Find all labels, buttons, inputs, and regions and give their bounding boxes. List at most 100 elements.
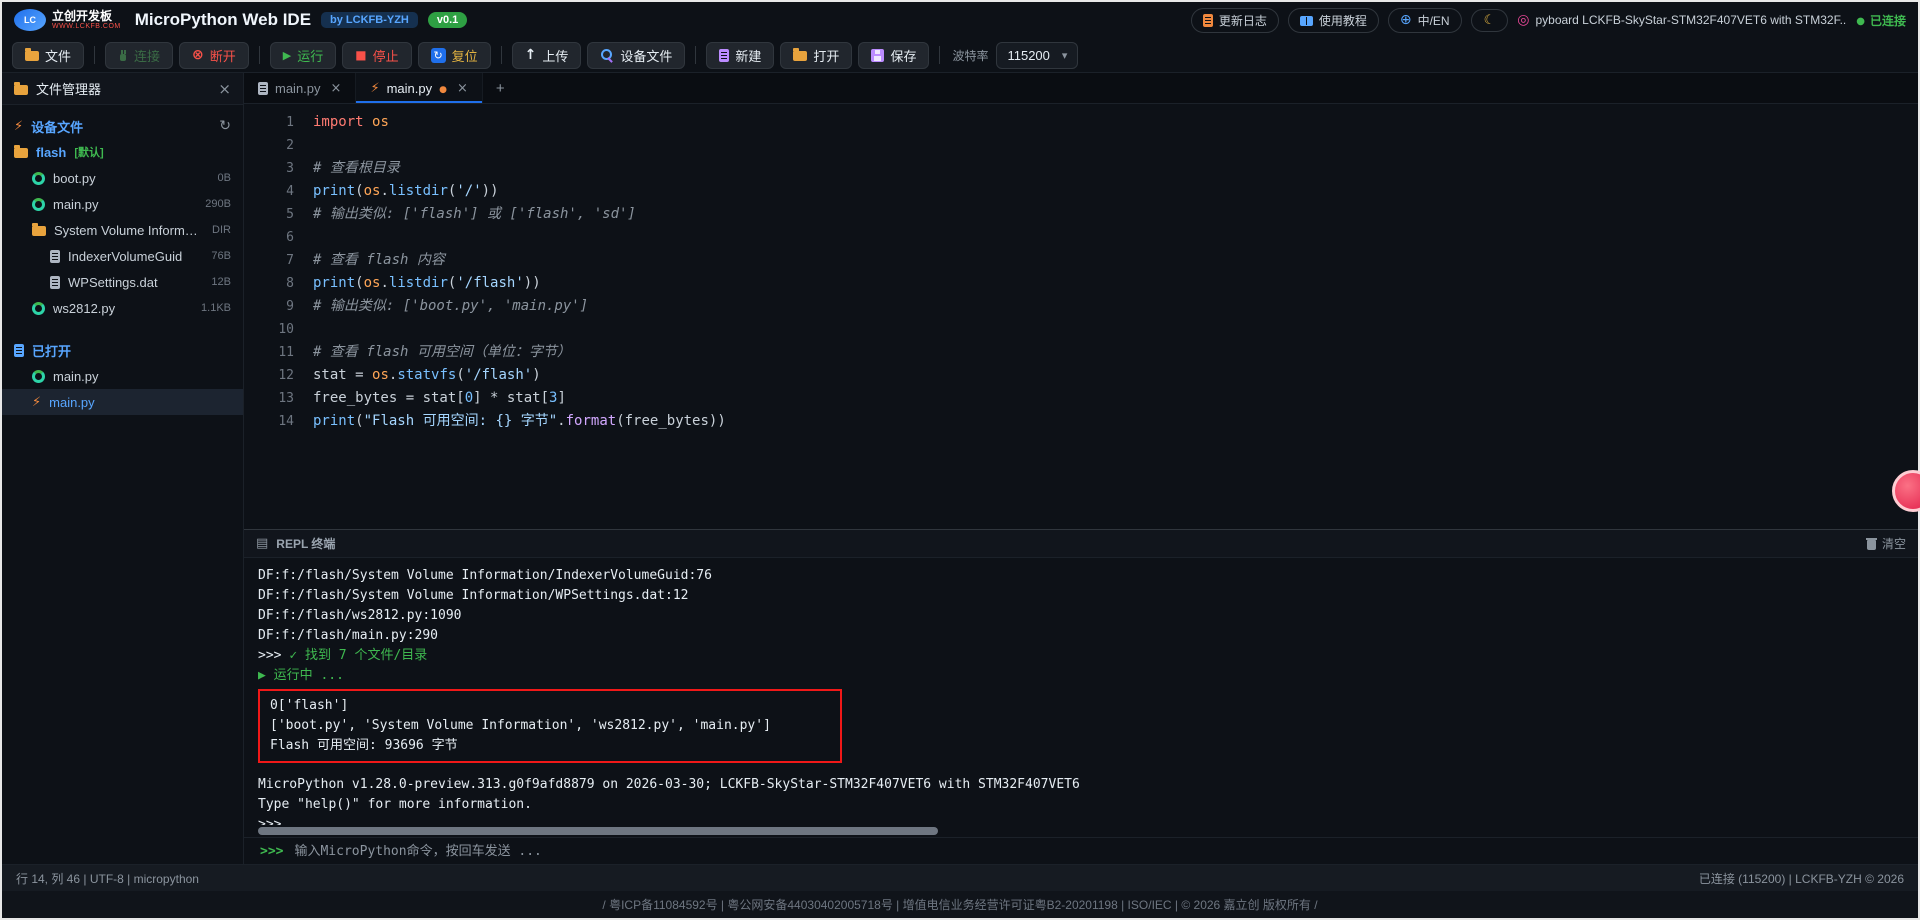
row-label: main.py	[49, 395, 95, 410]
device-files-button[interactable]: 设备文件	[587, 42, 685, 69]
file-row-main.py[interactable]: main.py	[2, 363, 243, 389]
py-icon	[32, 370, 45, 383]
reset-button[interactable]: 复位	[418, 42, 491, 69]
refresh-button[interactable]	[219, 118, 231, 134]
code-line-12[interactable]: 12stat = os.statvfs('/flash')	[244, 364, 1918, 387]
tab-main.py-1[interactable]: main.py	[244, 73, 356, 103]
stop-label: 停止	[373, 46, 399, 65]
file-row-WPSettings.dat[interactable]: WPSettings.dat12B	[2, 269, 243, 295]
baud-rate-select[interactable]: 115200	[996, 42, 1078, 69]
token: .	[557, 413, 565, 429]
tutorial-button[interactable]: 使用教程	[1288, 8, 1379, 33]
run-button[interactable]: 运行	[270, 42, 336, 69]
terminal-icon	[256, 536, 268, 551]
code-line-5[interactable]: 5# 输出类似: ['flash'] 或 ['flash', 'sd']	[244, 203, 1918, 226]
code-line-11[interactable]: 11# 查看 flash 可用空间（单位：字节）	[244, 341, 1918, 364]
author-badge: by LCKFB-YZH	[321, 12, 418, 28]
line-number: 1	[244, 111, 313, 134]
repl-command-input[interactable]	[292, 843, 1902, 860]
folder-icon	[14, 85, 28, 95]
tab-main.py-2[interactable]: main.py	[356, 73, 482, 103]
brand-site: WWW.LCKFB.COM	[52, 23, 121, 31]
token: .	[380, 275, 388, 291]
row-label: boot.py	[53, 171, 96, 186]
line-number: 4	[244, 180, 313, 203]
code-line-9[interactable]: 9# 输出类似: ['boot.py', 'main.py']	[244, 295, 1918, 318]
doc-icon	[50, 250, 60, 263]
token: # 查看根目录	[313, 160, 400, 176]
sidebar-section-设备文件[interactable]: 设备文件	[2, 113, 243, 139]
stop-button[interactable]: 停止	[342, 42, 411, 69]
book-icon	[1300, 16, 1313, 26]
upload-button[interactable]: 上传	[512, 42, 582, 69]
code-line-6[interactable]: 6	[244, 226, 1918, 249]
chevron-down-icon	[1062, 48, 1068, 63]
upload-label: 上传	[542, 46, 568, 65]
file-label: 文件	[45, 46, 71, 65]
tab-close-icon[interactable]	[457, 81, 468, 96]
new-file-button[interactable]: 新建	[706, 42, 774, 69]
sidebar-section-flash[interactable]: flash[默认]	[2, 139, 243, 165]
close-sidebar-icon[interactable]	[218, 80, 231, 98]
row-label: System Volume Information	[54, 223, 204, 238]
file-row-main.py[interactable]: main.py	[2, 389, 243, 415]
repl-output[interactable]: DF:f:/flash/System Volume Information/In…	[244, 558, 1918, 825]
repl-clear-button[interactable]: 清空	[1867, 535, 1906, 552]
code-line-2[interactable]: 2	[244, 134, 1918, 157]
file-row-boot.py[interactable]: boot.py0B	[2, 165, 243, 191]
upload-icon	[525, 47, 537, 63]
new-tab-button[interactable]: +	[483, 73, 518, 103]
toolbar: 文件 连接 断开 运行 停止 复位 上传 设备文	[2, 38, 1918, 73]
code-line-13[interactable]: 13free_bytes = stat[0] * stat[3]	[244, 387, 1918, 410]
code-line-10[interactable]: 10	[244, 318, 1918, 341]
line-number: 11	[244, 341, 313, 364]
token: 0	[465, 390, 473, 406]
brand-logo[interactable]: LC 立创开发板 WWW.LCKFB.COM	[14, 9, 121, 31]
file-row-ws2812.py[interactable]: ws2812.py1.1KB	[2, 295, 243, 321]
file-row-IndexerVolumeGuid[interactable]: IndexerVolumeGuid76B	[2, 243, 243, 269]
code-line-8[interactable]: 8print(os.listdir('/flash'))	[244, 272, 1918, 295]
highlighted-output-box: 0['flash']['boot.py', 'System Volume Inf…	[258, 689, 842, 763]
new-label: 新建	[735, 46, 761, 65]
theme-toggle-button[interactable]	[1471, 9, 1509, 32]
repl-box-line: ['boot.py', 'System Volume Information',…	[270, 716, 830, 736]
open-file-button[interactable]: 打开	[780, 42, 852, 69]
token: print	[313, 413, 355, 429]
save-button[interactable]: 保存	[858, 42, 929, 69]
lightning-icon	[370, 81, 379, 96]
code-text: # 查看根目录	[313, 157, 400, 180]
open-label: 打开	[813, 46, 839, 65]
repl-line: DF:f:/flash/System Volume Information/WP…	[258, 586, 1904, 606]
token: # 输出类似: ['flash'] 或 ['flash', 'sd']	[313, 206, 636, 222]
modified-dot-icon	[439, 81, 447, 96]
code-line-3[interactable]: 3# 查看根目录	[244, 157, 1918, 180]
token: import	[313, 114, 364, 130]
lckfb-logo-icon: LC	[14, 9, 46, 31]
repl-prompt: >>>	[260, 844, 283, 859]
file-button[interactable]: 文件	[12, 42, 84, 69]
code-line-1[interactable]: 1import os	[244, 111, 1918, 134]
baud-rate-value: 115200	[1007, 48, 1049, 63]
connect-button[interactable]: 连接	[105, 42, 173, 69]
file-row-System Volume Information[interactable]: System Volume InformationDIR	[2, 217, 243, 243]
file-row-main.py[interactable]: main.py290B	[2, 191, 243, 217]
line-number: 7	[244, 249, 313, 272]
language-toggle-button[interactable]: 中/EN	[1388, 8, 1462, 33]
moon-icon	[1484, 13, 1496, 28]
token: free_bytes = stat[	[313, 390, 465, 406]
token: ))	[524, 275, 541, 291]
repl-line: DF:f:/flash/ws2812.py:1090	[258, 606, 1904, 626]
repl-input-row: >>>	[244, 837, 1918, 864]
update-log-label: 更新日志	[1219, 12, 1267, 29]
update-log-button[interactable]: 更新日志	[1191, 8, 1279, 33]
code-line-4[interactable]: 4print(os.listdir('/'))	[244, 180, 1918, 203]
disconnect-button[interactable]: 断开	[179, 42, 249, 69]
code-line-7[interactable]: 7# 查看 flash 内容	[244, 249, 1918, 272]
brand-name: 立创开发板	[52, 10, 121, 23]
tab-close-icon[interactable]	[331, 81, 342, 96]
code-line-14[interactable]: 14print("Flash 可用空间: {} 字节".format(free_…	[244, 410, 1918, 433]
scrollbar-thumb[interactable]	[258, 827, 938, 835]
code-text: # 输出类似: ['flash'] 或 ['flash', 'sd']	[313, 203, 636, 226]
code-editor[interactable]: 1import os23# 查看根目录4print(os.listdir('/'…	[244, 104, 1918, 529]
sidebar-section-已打开[interactable]: 已打开	[2, 337, 243, 363]
